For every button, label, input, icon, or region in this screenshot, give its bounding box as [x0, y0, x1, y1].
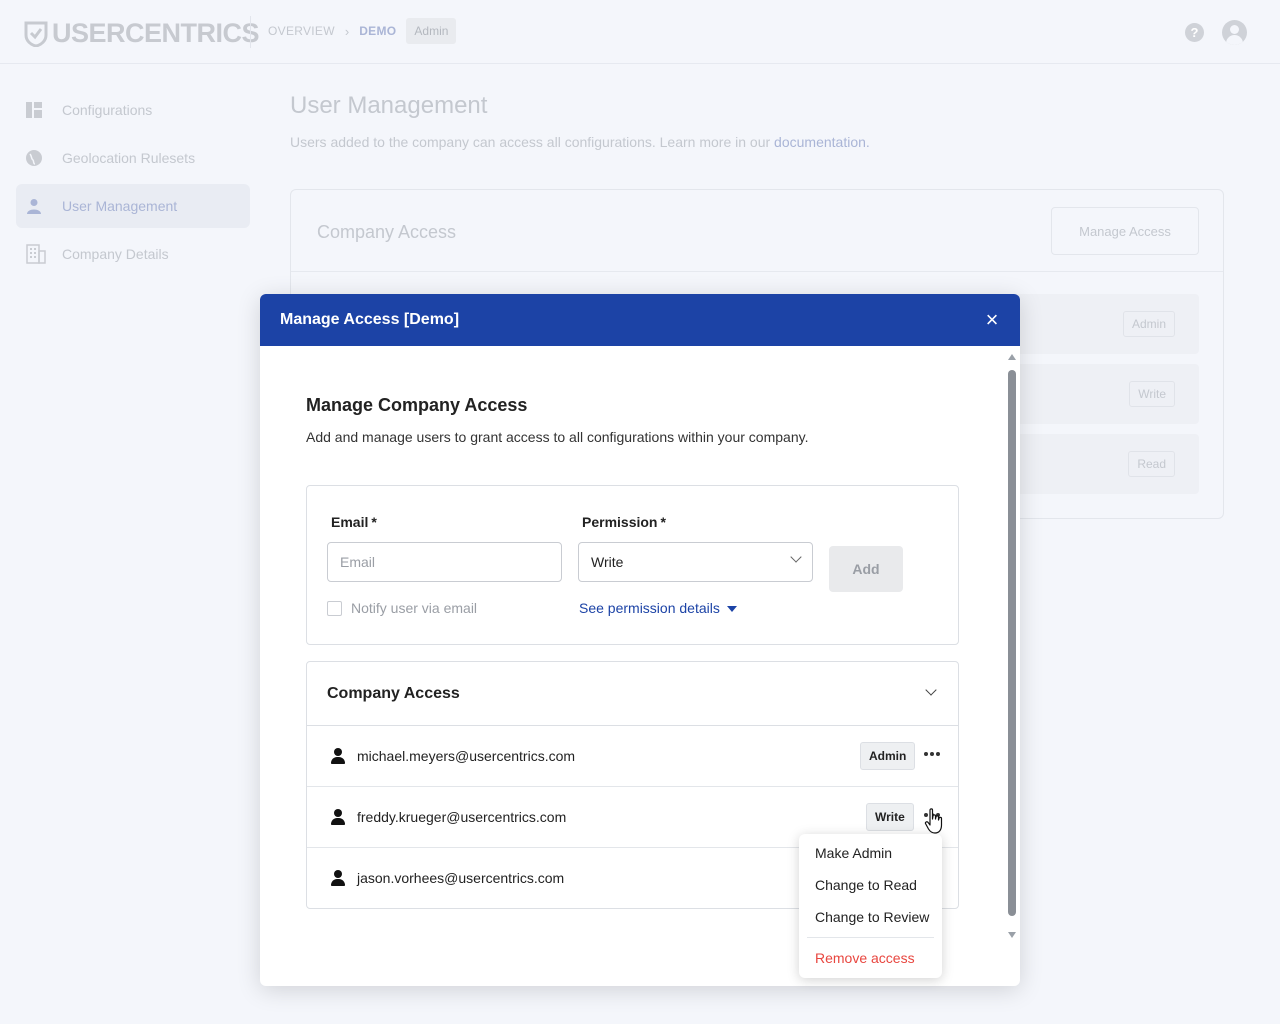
required-mark: *: [371, 514, 377, 530]
required-mark: *: [660, 514, 666, 530]
permission-details-link[interactable]: See permission details: [579, 600, 737, 616]
add-button[interactable]: Add: [829, 546, 903, 592]
user-icon: [331, 809, 345, 825]
modal-title: Manage Access [Demo]: [280, 311, 460, 328]
menu-item-change-to-review[interactable]: Change to Review: [815, 909, 929, 925]
menu-item-change-to-read[interactable]: Change to Read: [815, 877, 917, 893]
scroll-up-arrow-icon[interactable]: [1008, 354, 1016, 360]
caret-down-icon: [726, 605, 737, 612]
manage-access-button[interactable]: Manage Access: [1051, 207, 1199, 255]
menu-item-make-admin[interactable]: Make Admin: [815, 845, 892, 861]
permission-select-value: Write: [591, 554, 624, 570]
modal-header: Manage Access [Demo] ×: [260, 294, 1020, 346]
notify-checkbox[interactable]: [327, 600, 342, 616]
shield-logo-icon: [24, 21, 48, 47]
sidebar-item-company-details[interactable]: Company Details: [16, 232, 250, 276]
role-badge: Admin: [406, 18, 457, 44]
breadcrumb-current[interactable]: DEMO: [359, 24, 396, 38]
permission-details-text: See permission details: [579, 600, 720, 616]
section-title: Manage Company Access: [306, 395, 528, 415]
email-label: Email *: [331, 514, 377, 530]
notify-label: Notify user via email: [351, 600, 478, 616]
user-email: jason.vorhees@usercentrics.com: [357, 870, 565, 886]
sidebar-item-label: Geolocation Rulesets: [62, 150, 196, 166]
role-badge: Admin: [860, 742, 916, 770]
breadcrumb: OVERVIEW › DEMO Admin: [268, 18, 457, 44]
hand-cursor-icon: [924, 808, 943, 834]
role-badge: Write: [866, 803, 914, 831]
dashboard-icon: [26, 102, 42, 118]
modal-scrollbar[interactable]: [1006, 348, 1018, 944]
scrollbar-thumb[interactable]: [1008, 370, 1016, 916]
logo-text: USERCENTRICS: [52, 18, 260, 48]
user-actions-menu: Make Admin Change to Read Change to Revi…: [799, 834, 942, 978]
usercentrics-logo[interactable]: USERCENTRICS: [24, 18, 260, 49]
email-field[interactable]: [327, 542, 562, 582]
top-bar: USERCENTRICS OVERVIEW › DEMO Admin ?: [0, 0, 1280, 64]
scroll-down-arrow-icon[interactable]: [1008, 932, 1016, 938]
user-email: freddy.krueger@usercentrics.com: [357, 809, 567, 825]
role-badge: Admin: [1122, 311, 1175, 337]
sidebar-item-label: Company Details: [62, 246, 169, 262]
page-description-text: Users added to the company can access al…: [290, 134, 775, 150]
help-icon[interactable]: ?: [1185, 23, 1204, 42]
section-description: Add and manage users to grant access to …: [306, 429, 809, 445]
menu-item-remove-access[interactable]: Remove access: [815, 950, 915, 966]
more-options-icon[interactable]: [923, 740, 941, 768]
building-icon: [26, 244, 46, 264]
user-icon: [331, 748, 345, 764]
sidebar-item-label: User Management: [62, 198, 178, 214]
role-badge: Write: [1129, 381, 1175, 407]
sidebar-item-label: Configurations: [62, 102, 153, 118]
globe-icon: [26, 150, 42, 166]
email-label-text: Email: [331, 514, 369, 530]
user-row: michael.meyers@usercentrics.com Admin: [307, 726, 958, 787]
permission-label: Permission *: [582, 514, 666, 530]
company-access-title: Company Access: [327, 685, 460, 702]
user-icon: [27, 199, 41, 214]
chevron-right-icon: ›: [344, 23, 350, 39]
page-title: User Management: [290, 92, 488, 119]
menu-divider: [807, 937, 934, 938]
notify-checkbox-row[interactable]: Notify user via email: [327, 600, 477, 616]
card-title: Company Access: [317, 222, 457, 242]
header-divider: [250, 16, 251, 48]
close-icon[interactable]: ×: [982, 309, 1002, 331]
company-access-header[interactable]: Company Access: [307, 662, 958, 726]
user-email: michael.meyers@usercentrics.com: [357, 748, 576, 764]
breadcrumb-overview[interactable]: OVERVIEW: [268, 24, 335, 38]
sidebar-item-user-management[interactable]: User Management: [16, 184, 250, 228]
add-user-form: Email* Permission* Write Add Notify user…: [306, 485, 959, 645]
sidebar: Configurations Geolocation Rulesets User…: [16, 88, 250, 280]
user-icon: [331, 870, 345, 886]
page-description: Users added to the company can access al…: [290, 134, 870, 150]
chevron-down-icon: [790, 551, 802, 563]
chevron-down-icon[interactable]: [925, 684, 937, 696]
permission-label-text: Permission: [582, 514, 658, 530]
role-badge: Read: [1128, 451, 1175, 477]
sidebar-item-geolocation-rulesets[interactable]: Geolocation Rulesets: [16, 136, 250, 180]
card-divider: [291, 271, 1223, 272]
permission-select[interactable]: Write: [578, 542, 813, 582]
documentation-link[interactable]: documentation.: [774, 134, 870, 150]
avatar[interactable]: [1222, 20, 1247, 45]
sidebar-item-configurations[interactable]: Configurations: [16, 88, 250, 132]
